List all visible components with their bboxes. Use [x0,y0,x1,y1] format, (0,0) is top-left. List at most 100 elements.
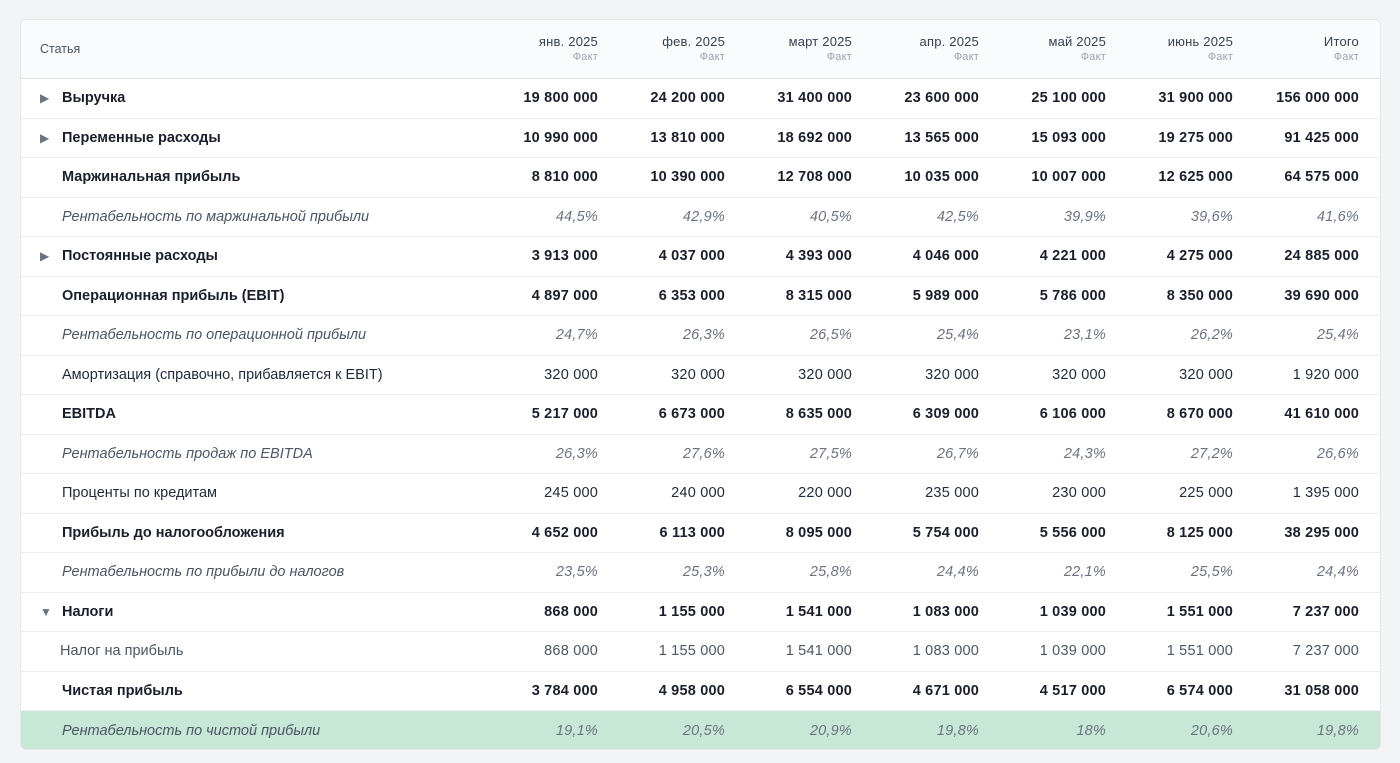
row-month-value: 8 635 000 [785,406,852,423]
row-month-value: 26,2% [1190,327,1233,344]
row-month-value: 1 083 000 [912,643,979,660]
row-month-value: 8 350 000 [1166,287,1233,304]
row-month-value: 42,9% [682,208,725,225]
row-month-value: 23,1% [1063,327,1106,344]
row-month-value: 44,5% [555,208,598,225]
row-month-value: 5 754 000 [912,524,979,541]
row-month-value: 23 600 000 [904,90,979,107]
row-month-value: 4 652 000 [531,524,598,541]
row-total-value: 31 058 000 [1284,682,1359,699]
row-label-cell: Проценты по кредитам [21,485,471,501]
row-month-value: 23,5% [555,564,598,581]
row-month-value: 4 393 000 [785,248,852,265]
table-row: Амортизация (справочно, прибавляется к E… [21,356,1380,395]
row-month-value: 10 990 000 [523,129,598,146]
column-header-sub-label: Факт [1333,51,1359,63]
row-month-value: 26,3% [555,445,598,462]
row-label: Амортизация (справочно, прибавляется к E… [62,366,383,383]
row-month-value: 320 000 [798,366,852,383]
table-row[interactable]: ▶ Переменные расходы 10 990 000 13 810 000 1… [21,119,1380,158]
row-total-value: 24,4% [1316,564,1359,581]
column-header-total: Итого Факт [1233,33,1374,65]
table-row: Прибыль до налогообложения 4 652 000 6 113… [21,514,1380,553]
row-label-cell: Прибыль до налогообложения [21,525,471,541]
table-row: Рентабельность продаж по EBITDA 26,3% 27,6… [21,435,1380,474]
triangle-right-icon[interactable]: ▶ [40,131,62,145]
row-month-value: 20,5% [682,722,725,739]
row-label: Постоянные расходы [62,248,218,265]
row-month-value: 8 095 000 [785,524,852,541]
row-total-value: 1 395 000 [1292,485,1359,502]
row-month-value: 31 900 000 [1158,90,1233,107]
row-month-value: 5 217 000 [531,406,598,423]
table-row[interactable]: ▶ Постоянные расходы 3 913 000 4 037 000 4 3… [21,237,1380,277]
row-label-cell: Чистая прибыль [21,683,471,699]
row-month-value: 27,2% [1190,445,1233,462]
row-month-value: 26,7% [936,445,979,462]
row-month-value: 18% [1076,722,1106,739]
row-month-value: 13 565 000 [904,129,979,146]
table-row: Операционная прибыль (EBIT) 4 897 000 6 35… [21,277,1380,316]
row-total-value: 1 920 000 [1292,366,1359,383]
row-month-value: 4 897 000 [531,287,598,304]
row-month-value: 27,6% [682,445,725,462]
row-month-value: 12 708 000 [777,169,852,186]
row-month-value: 1 541 000 [785,603,852,620]
column-header-month-label: март 2025 [788,34,852,49]
row-month-value: 240 000 [671,485,725,502]
row-month-value: 24 200 000 [650,90,725,107]
row-month-value: 4 046 000 [912,248,979,265]
row-month-value: 6 673 000 [658,406,725,423]
row-label-cell: Рентабельность по чистой прибыли [21,723,471,739]
row-month-value: 1 155 000 [658,643,725,660]
row-month-value: 1 083 000 [912,603,979,620]
table-row[interactable]: ▼ Налоги 868 000 1 155 000 1 541 000 1 083 00… [21,593,1380,632]
row-label-cell: ▼ Налоги [21,604,471,620]
row-month-value: 6 554 000 [785,682,852,699]
row-label: Налоги [62,603,114,620]
row-month-value: 235 000 [925,485,979,502]
row-month-value: 1 155 000 [658,603,725,620]
column-header-month: март 2025 Факт [725,33,852,65]
triangle-down-icon[interactable]: ▼ [40,605,62,619]
column-header-sub-label: Факт [953,51,979,63]
row-month-value: 6 574 000 [1166,682,1233,699]
row-label: Рентабельность по операционной прибыли [62,327,367,344]
column-header-month: июнь 2025 Факт [1106,33,1233,65]
row-month-value: 8 125 000 [1166,524,1233,541]
triangle-right-icon[interactable]: ▶ [40,91,62,105]
row-month-value: 5 989 000 [912,287,979,304]
row-month-value: 4 037 000 [658,248,725,265]
row-label-cell: Рентабельность по прибыли до налогов [21,564,471,580]
column-header-month-label: май 2025 [1048,34,1106,49]
row-label-cell: EBITDA [21,406,471,422]
column-header-article-label: Статья [40,42,81,56]
row-label-cell: Рентабельность по маржинальной прибыли [21,209,471,225]
row-month-value: 27,5% [809,445,852,462]
row-total-value: 38 295 000 [1284,524,1359,541]
row-month-value: 4 275 000 [1166,248,1233,265]
row-month-value: 26,5% [809,327,852,344]
row-month-value: 6 106 000 [1039,406,1106,423]
row-month-value: 3 784 000 [531,682,598,699]
column-header-total-label: Итого [1323,34,1359,49]
row-label-cell: Рентабельность продаж по EBITDA [21,446,471,462]
row-total-value: 19,8% [1316,722,1359,739]
row-total-value: 91 425 000 [1284,129,1359,146]
row-total-value: 41 610 000 [1284,406,1359,423]
row-month-value: 10 035 000 [904,169,979,186]
column-header-sub-label: Факт [572,51,598,63]
table-row[interactable]: ▶ Выручка 19 800 000 24 200 000 31 400 000 23… [21,79,1380,119]
row-month-value: 1 039 000 [1039,603,1106,620]
row-month-value: 5 556 000 [1039,524,1106,541]
row-month-value: 25,3% [682,564,725,581]
row-label: Чистая прибыль [62,682,183,699]
row-month-value: 6 309 000 [912,406,979,423]
row-month-value: 15 093 000 [1031,129,1106,146]
row-total-value: 24 885 000 [1284,248,1359,265]
row-label: Выручка [62,90,126,107]
row-month-value: 25 100 000 [1031,90,1106,107]
row-month-value: 4 221 000 [1039,248,1106,265]
row-month-value: 19 275 000 [1158,129,1233,146]
triangle-right-icon[interactable]: ▶ [40,249,62,263]
